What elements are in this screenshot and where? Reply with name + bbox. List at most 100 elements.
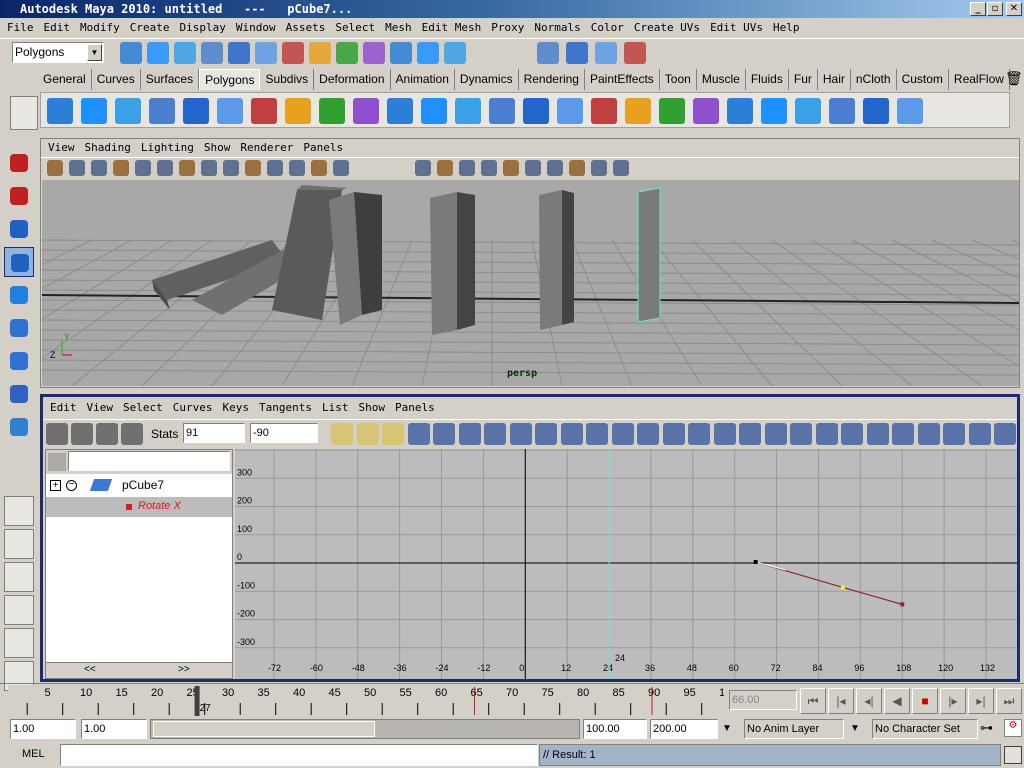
plateau-tangent-icon[interactable] [535, 423, 557, 445]
boolean-icon[interactable] [387, 98, 413, 124]
texture-icon[interactable] [201, 160, 217, 176]
lasso-tool-icon[interactable] [4, 181, 34, 211]
collapse-icon[interactable]: − [66, 480, 77, 491]
shelf-tab-animation[interactable]: Animation [391, 69, 455, 90]
cycle-icon[interactable] [764, 423, 787, 445]
camera-icon[interactable] [47, 160, 63, 176]
checker-icon[interactable] [863, 98, 889, 124]
character-set-field[interactable]: No Character Set [872, 719, 978, 739]
menu-tangents[interactable]: Tangents [254, 399, 317, 417]
sculpt-icon[interactable] [795, 98, 821, 124]
menu-normals[interactable]: Normals [529, 19, 585, 37]
minimize-button[interactable]: _ [970, 2, 986, 16]
menu-color[interactable]: Color [586, 19, 629, 37]
menu-show[interactable]: Show [353, 399, 390, 417]
shelf-tab-polygons[interactable]: Polygons [199, 69, 261, 90]
graph-view[interactable]: 4003002001000-100-200-300-72-60-48-36-24… [235, 449, 1017, 679]
history-icon[interactable] [444, 42, 466, 64]
step-forward-frame-icon[interactable]: ▸| [968, 688, 994, 714]
dope-sheet-icon[interactable] [968, 423, 991, 445]
step-back-frame-icon[interactable]: |◂ [828, 688, 854, 714]
step-forward-key-icon[interactable]: |▸ [940, 688, 966, 714]
keyframe-point[interactable] [900, 602, 905, 607]
soft-mod-icon[interactable] [4, 379, 34, 409]
new-scene-icon[interactable] [120, 42, 142, 64]
menu-help[interactable]: Help [768, 19, 805, 37]
close-button[interactable]: ✕ [1006, 2, 1022, 16]
frame-all-icon[interactable] [331, 423, 353, 445]
lattice-key-icon[interactable] [121, 423, 143, 445]
render-settings-icon[interactable] [595, 42, 617, 64]
shade-icon[interactable] [437, 160, 453, 176]
collapse-icon[interactable] [727, 98, 753, 124]
stats-value-field[interactable]: -90 [250, 423, 318, 443]
undo-icon[interactable] [790, 423, 812, 445]
menu-shading[interactable]: Shading [80, 139, 136, 157]
lock-icon[interactable] [282, 42, 304, 64]
command-language-label[interactable]: MEL [22, 748, 45, 760]
restore-button[interactable]: ▫ [987, 2, 1003, 16]
shelf-tab-surfaces[interactable]: Surfaces [141, 69, 200, 90]
trax-icon[interactable] [994, 423, 1016, 445]
grid-icon[interactable] [135, 160, 151, 176]
menu-renderer[interactable]: Renderer [235, 139, 298, 157]
poly-cube-icon[interactable] [81, 98, 107, 124]
menu-view[interactable]: View [82, 399, 119, 417]
gate-mask-icon[interactable] [591, 160, 607, 176]
scroll-right-button[interactable]: >> [178, 664, 190, 675]
break-tangent-icon[interactable] [560, 423, 583, 445]
command-input[interactable] [60, 744, 538, 766]
buffer-curve-icon[interactable] [713, 423, 736, 445]
reduce-icon[interactable] [761, 98, 787, 124]
shelf-tab-hair[interactable]: Hair [818, 69, 851, 90]
select-tool-icon[interactable] [4, 148, 34, 178]
weighted-a-icon[interactable] [662, 423, 685, 445]
unify-tangent-icon[interactable] [586, 423, 608, 445]
free-weight-icon[interactable] [611, 423, 634, 445]
shelf-tab-painteffects[interactable]: PaintEffects [585, 69, 660, 90]
shelf-tab-fur[interactable]: Fur [789, 69, 818, 90]
smooth-icon[interactable] [421, 98, 447, 124]
shelf-tab-curves[interactable]: Curves [92, 69, 141, 90]
shelf-tab-rendering[interactable]: Rendering [519, 69, 585, 90]
pre-infinity-icon[interactable] [917, 423, 940, 445]
shelf-tab-muscle[interactable]: Muscle [697, 69, 746, 90]
separate-icon[interactable] [319, 98, 345, 124]
menu-window[interactable]: Window [231, 19, 281, 37]
range-slider[interactable] [150, 719, 580, 739]
ipr-icon[interactable] [566, 42, 588, 64]
extract-icon[interactable] [353, 98, 379, 124]
keyframe-point[interactable] [753, 560, 758, 564]
menu-panels[interactable]: Panels [390, 399, 440, 417]
menu-create[interactable]: Create [125, 19, 175, 37]
menu-set-dropdown[interactable]: Polygons ▼ [12, 42, 104, 63]
film-icon[interactable] [69, 160, 85, 176]
field-chart-icon[interactable] [547, 160, 563, 176]
bookmark-icon[interactable] [113, 160, 129, 176]
trash-icon[interactable]: 🗑 [1005, 70, 1023, 87]
wedge-icon[interactable] [625, 98, 651, 124]
rotate-tool-icon[interactable] [4, 280, 34, 310]
script-editor-icon[interactable] [1004, 746, 1022, 764]
time-slider[interactable]: 5 10 15 20 25 30 35 40 45 50 55 60 65 70 75 80 85 90 95 127 [8, 685, 724, 717]
outliner-item-pCube7[interactable]: + − pCube7 [46, 476, 232, 496]
character-set-dropdown-icon[interactable]: ▼ [850, 723, 860, 734]
combine-icon[interactable] [285, 98, 311, 124]
insert-key-icon[interactable] [71, 423, 93, 445]
go-to-end-icon[interactable]: ⏭ [996, 688, 1022, 714]
manipulator-icon[interactable] [4, 346, 34, 376]
move-key-icon[interactable] [46, 423, 68, 445]
snap-curve-icon[interactable] [336, 42, 358, 64]
menu-show[interactable]: Show [199, 139, 236, 157]
poly-cylinder-icon[interactable] [115, 98, 141, 124]
shelf-tab-subdivs[interactable]: Subdivs [260, 69, 315, 90]
center-current-time-icon[interactable] [382, 423, 404, 445]
step-back-key-icon[interactable]: ◂| [856, 688, 882, 714]
paint-select-icon[interactable] [4, 214, 34, 244]
poly-cone-icon[interactable] [149, 98, 175, 124]
denormalize-icon[interactable] [892, 423, 914, 445]
select-hierarchy-icon[interactable] [201, 42, 223, 64]
spline-tangent-icon[interactable] [407, 423, 430, 445]
keyframe-point[interactable] [840, 585, 845, 590]
aim-icon[interactable] [613, 160, 629, 176]
